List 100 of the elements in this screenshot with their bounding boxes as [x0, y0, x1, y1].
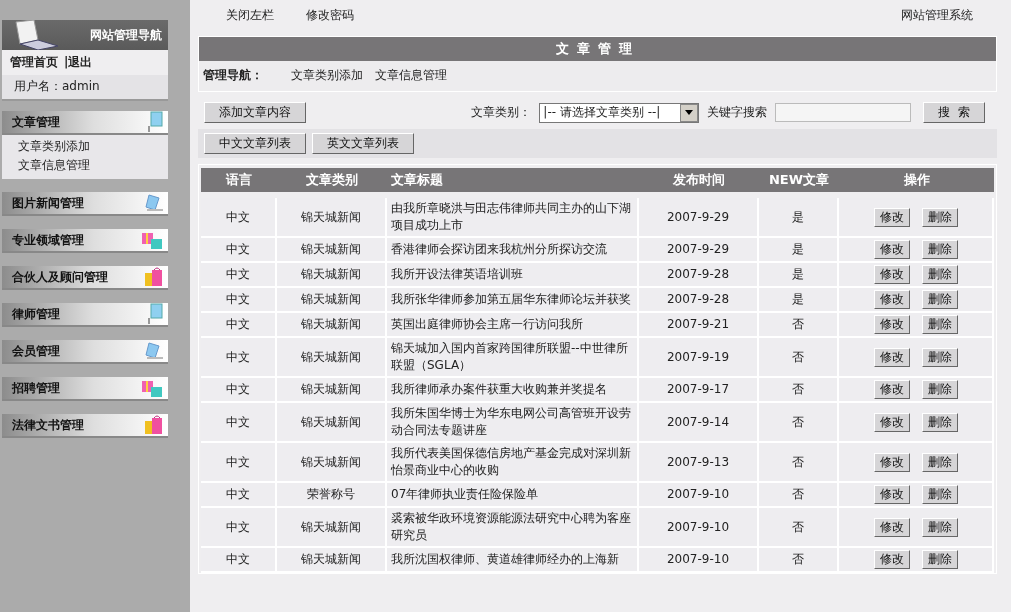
row-action-button[interactable]: 删除 [921, 265, 958, 284]
table-cell: 中文 [201, 378, 277, 403]
top-link[interactable]: 修改密码 [306, 6, 354, 24]
table-cell: 2007-9-28 [639, 288, 759, 313]
table-cell: 由我所章晓洪与田志伟律师共同主办的山下湖项目成功上市 [387, 198, 639, 238]
row-action-button[interactable]: 修改 [873, 265, 910, 284]
menu-section-header[interactable]: 律师管理 [2, 303, 168, 327]
row-action-button[interactable]: 删除 [921, 290, 958, 309]
table-cell: 锦天城加入国内首家跨国律所联盟--中世律所联盟（SGLA） [387, 338, 639, 378]
tablet-icon [143, 341, 165, 361]
table-cell: 07年律师执业责任险保险单 [387, 483, 639, 508]
table-cell: 中文 [201, 403, 277, 443]
table-cell: 2007-9-29 [639, 238, 759, 263]
row-action-button[interactable]: 删除 [921, 452, 958, 472]
menu-section-header[interactable]: 法律文书管理 [2, 414, 168, 438]
row-action-button[interactable]: 修改 [873, 452, 910, 472]
row-action-button[interactable]: 修改 [873, 347, 910, 367]
add-article-button[interactable]: 添加文章内容 [204, 102, 306, 123]
row-action-button[interactable]: 修改 [873, 380, 910, 399]
table-cell: 否 [759, 483, 839, 508]
table-cell: 英国出庭律师协会主席一行访问我所 [387, 313, 639, 338]
table-cell: 2007-9-14 [639, 403, 759, 443]
monitor-icon [145, 111, 165, 133]
table-cell: 否 [759, 313, 839, 338]
table-cell: 中文 [201, 548, 277, 573]
username-text: 用户名：admin [2, 75, 168, 99]
row-action-button[interactable]: 修改 [873, 207, 910, 227]
table-cell: 2007-9-10 [639, 483, 759, 508]
submenu-item[interactable]: 文章信息管理 [2, 156, 168, 175]
row-action-button[interactable]: 删除 [921, 207, 958, 227]
list-button[interactable]: 中文文章列表 [204, 133, 306, 154]
nav-label: 管理导航： [203, 67, 263, 84]
table-cell: 是 [759, 238, 839, 263]
nav-link[interactable]: 文章类别添加 [291, 67, 363, 84]
submenu-item[interactable]: 文章类别添加 [2, 137, 168, 156]
table-cell: 是 [759, 198, 839, 238]
table-cell: 否 [759, 443, 839, 483]
top-link[interactable]: 关闭左栏 [226, 6, 274, 24]
menu-section-header[interactable]: 招聘管理 [2, 377, 168, 401]
row-action-button[interactable]: 修改 [873, 485, 910, 504]
tablet-icon [143, 193, 165, 213]
table-cell: 我所张华律师参加第五届华东律师论坛并获奖 [387, 288, 639, 313]
bag-icon [143, 414, 165, 436]
row-action-button[interactable]: 删除 [921, 315, 958, 334]
table-cell: 锦天城新闻 [277, 508, 387, 548]
panel-title: 文章管理 [199, 37, 996, 61]
table-cell: 中文 [201, 483, 277, 508]
menu-section-header[interactable]: 文章管理 [2, 111, 168, 135]
keyword-field[interactable] [775, 103, 912, 122]
table-cell: 否 [759, 378, 839, 403]
row-action-button[interactable]: 删除 [921, 550, 958, 569]
table-cell: 2007-9-19 [639, 338, 759, 378]
nav-link[interactable]: |退出 [64, 54, 93, 71]
table-cell: 我所朱国华博士为华东电网公司高管班开设劳动合同法专题讲座 [387, 403, 639, 443]
category-select[interactable]: |-- 请选择文章类别 --| [539, 102, 700, 123]
table-cell: 锦天城新闻 [277, 313, 387, 338]
row-action-button[interactable]: 修改 [873, 240, 910, 259]
column-header: 发布时间 [639, 168, 759, 192]
table-cell: 锦天城新闻 [277, 548, 387, 573]
table-cell: 我所律师承办案件获重大收购兼并奖提名 [387, 378, 639, 403]
menu-section-header[interactable]: 图片新闻管理 [2, 192, 168, 216]
table-cell: 中文 [201, 508, 277, 548]
row-action-button[interactable]: 删除 [921, 380, 958, 399]
row-action-button[interactable]: 删除 [921, 412, 958, 432]
table-cell: 我所开设法律英语培训班 [387, 263, 639, 288]
row-action-button[interactable]: 修改 [873, 517, 910, 537]
column-header: 语言 [201, 168, 277, 192]
row-action-button[interactable]: 删除 [921, 240, 958, 259]
table-cell: 我所代表美国保德信房地产基金完成对深圳新怡景商业中心的收购 [387, 443, 639, 483]
menu-section-header[interactable]: 会员管理 [2, 340, 168, 364]
row-action-button[interactable]: 删除 [921, 347, 958, 367]
row-action-button[interactable]: 删除 [921, 485, 958, 504]
table-cell: 2007-9-10 [639, 508, 759, 548]
table-cell: 否 [759, 508, 839, 548]
column-header: 文章类别 [277, 168, 387, 192]
table-cell: 中文 [201, 338, 277, 378]
table-cell: 中文 [201, 313, 277, 338]
table-cell: 2007-9-21 [639, 313, 759, 338]
table-cell: 锦天城新闻 [277, 198, 387, 238]
nav-title: 网站管理导航 [90, 26, 162, 44]
row-action-button[interactable]: 修改 [873, 550, 910, 569]
table-cell: 是 [759, 263, 839, 288]
nav-link[interactable]: 文章信息管理 [375, 67, 447, 84]
table-cell: 锦天城新闻 [277, 403, 387, 443]
table-cell: 锦天城新闻 [277, 443, 387, 483]
row-action-button[interactable]: 修改 [873, 412, 910, 432]
table-cell: 2007-9-13 [639, 443, 759, 483]
table-cell: 香港律师会探访团来我杭州分所探访交流 [387, 238, 639, 263]
table-cell: 中文 [201, 443, 277, 483]
search-button[interactable]: 搜 索 [923, 102, 985, 123]
menu-section-header[interactable]: 合伙人及顾问管理 [2, 266, 168, 290]
row-action-button[interactable]: 修改 [873, 315, 910, 334]
table-cell: 2007-9-10 [639, 548, 759, 573]
list-button[interactable]: 英文文章列表 [312, 133, 414, 154]
monitor-icon [145, 303, 165, 325]
category-label: 文章类别： [471, 104, 532, 121]
row-action-button[interactable]: 删除 [921, 517, 958, 537]
row-action-button[interactable]: 修改 [873, 290, 910, 309]
menu-section-header[interactable]: 专业领域管理 [2, 229, 168, 253]
nav-link[interactable]: 管理首页 [10, 54, 58, 71]
